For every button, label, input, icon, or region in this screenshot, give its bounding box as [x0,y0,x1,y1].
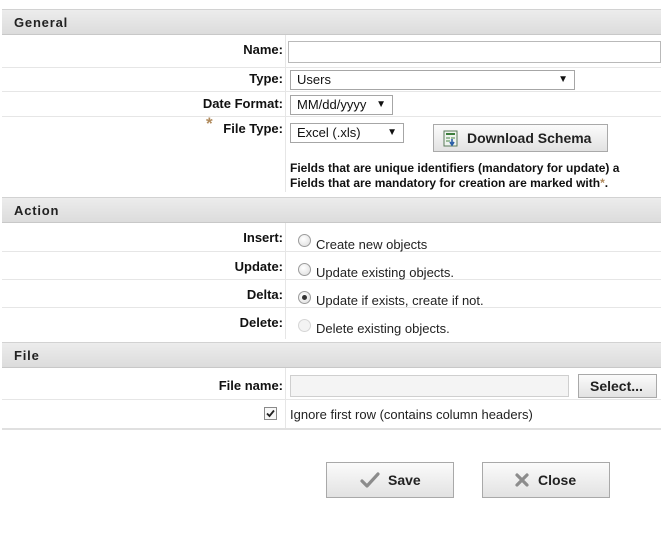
chevron-down-icon: ▼ [376,99,386,110]
ignore-first-row-row: Ignore first row (contains column header… [2,400,661,430]
action-row-delete: Delete: Delete existing objects. [2,308,661,339]
general-section-header: General [2,9,661,35]
chevron-down-icon: ▼ [387,127,397,138]
close-button[interactable]: Close [482,462,610,498]
type-select[interactable]: Users ▼ [290,70,575,90]
select-file-button[interactable]: Select... [578,374,657,398]
checkmark-icon [360,472,380,492]
date-format-label: Date Format: [202,96,283,111]
file-type-row: * File Type: Excel (.xls) ▼ Download Sch… [2,114,661,192]
action-section-title: Action [14,203,60,218]
action-section-header: Action [2,197,661,223]
name-row: Name: [2,35,661,68]
type-select-value: Users [297,72,331,87]
type-row: Type: Users ▼ [2,68,661,92]
insert-radio[interactable] [298,234,311,247]
file-section-title: File [14,348,40,363]
unique-identifiers-note: Fields that are unique identifiers (mand… [290,161,620,175]
file-section-header: File [2,342,661,368]
file-type-select-value: Excel (.xls) [297,125,361,140]
delete-option-label: Delete existing objects. [316,321,450,336]
delta-option-label[interactable]: Update if exists, create if not. [316,293,484,308]
mandatory-fields-note: Fields that are mandatory for creation a… [290,176,608,190]
mandatory-fields-note-text: Fields that are mandatory for creation a… [290,176,601,190]
update-radio[interactable] [298,263,311,276]
action-row-insert: Insert: Create new objects [2,223,661,252]
delete-radio [298,319,311,332]
file-name-label: File name: [218,378,283,393]
note-period: . [604,176,609,190]
close-label: Close [538,472,577,488]
file-name-row: File name: Select... [2,368,661,400]
update-label: Update: [234,259,283,274]
file-name-input[interactable] [290,375,569,397]
delta-radio[interactable] [298,291,311,304]
ignore-first-row-checkbox[interactable] [264,407,277,420]
date-format-select-value: MM/dd/yyyy [297,97,367,112]
action-row-update: Update: Update existing objects. [2,252,661,280]
delta-label: Delta: [246,287,283,302]
close-icon [514,472,530,491]
spreadsheet-download-icon [443,130,459,147]
type-label: Type: [249,71,283,86]
date-format-select[interactable]: MM/dd/yyyy ▼ [290,95,393,115]
insert-option-label[interactable]: Create new objects [316,237,427,252]
ignore-first-row-label[interactable]: Ignore first row (contains column header… [290,407,533,422]
save-label: Save [388,472,421,488]
general-section-title: General [14,15,69,30]
name-label: Name: [243,42,283,57]
save-button[interactable]: Save [326,462,454,498]
required-star: * [206,114,213,133]
select-file-label: Select... [590,378,643,394]
name-input[interactable] [288,41,661,63]
action-row-delta: Delta: Update if exists, create if not. [2,280,661,308]
file-type-select[interactable]: Excel (.xls) ▼ [290,123,404,143]
update-option-label[interactable]: Update existing objects. [316,265,454,280]
chevron-down-icon: ▼ [558,74,568,85]
insert-label: Insert: [243,230,283,245]
date-format-row: Date Format: MM/dd/yyyy ▼ [2,92,661,117]
delete-label: Delete: [239,315,283,330]
file-type-label: File Type: [223,121,283,136]
download-schema-label: Download Schema [467,130,592,146]
download-schema-button[interactable]: Download Schema [433,124,608,152]
